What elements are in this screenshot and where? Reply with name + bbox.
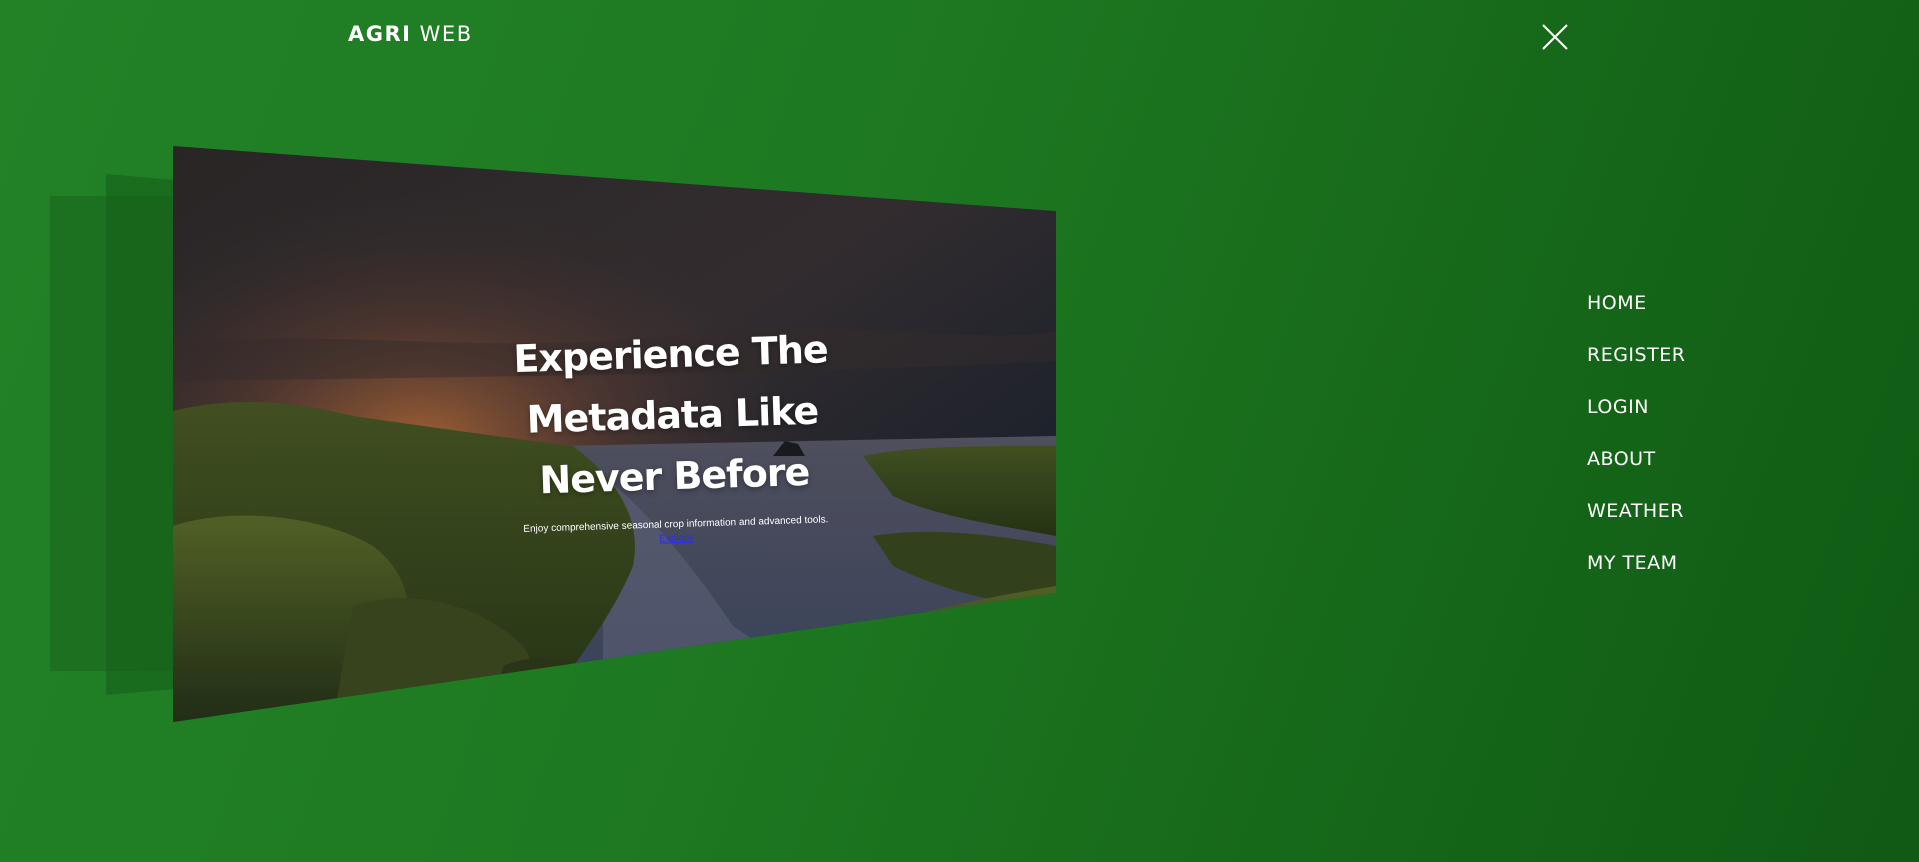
nav-item-home[interactable]: HOME [1587,292,1685,344]
hero-title-line-3: Never Before [538,449,810,503]
hero-title-line-2: Metadata Like [526,388,819,442]
close-icon [1542,24,1568,50]
brand-name-bold: AGRI [348,22,412,46]
brand-logo[interactable]: AGRI WEB [348,22,473,46]
nav-item-login[interactable]: LOGIN [1587,396,1685,448]
hero-content: Experience The Metadata Like Never Befor… [173,146,1056,722]
main-navigation: HOME REGISTER LOGIN ABOUT WEATHER MY TEA… [1587,292,1685,604]
brand-name-light: WEB [419,22,473,46]
hero-title-line-1: Experience The [512,327,829,382]
nav-item-about[interactable]: ABOUT [1587,448,1685,500]
close-menu-button[interactable] [1540,22,1570,52]
hero-title: Experience The Metadata Like Never Befor… [500,319,846,513]
explore-link[interactable]: Explore [659,533,693,545]
nav-item-register[interactable]: REGISTER [1587,344,1685,396]
nav-item-weather[interactable]: WEATHER [1587,500,1685,552]
nav-item-my-team[interactable]: MY TEAM [1587,552,1685,604]
hero-panel: Experience The Metadata Like Never Befor… [173,146,1056,722]
